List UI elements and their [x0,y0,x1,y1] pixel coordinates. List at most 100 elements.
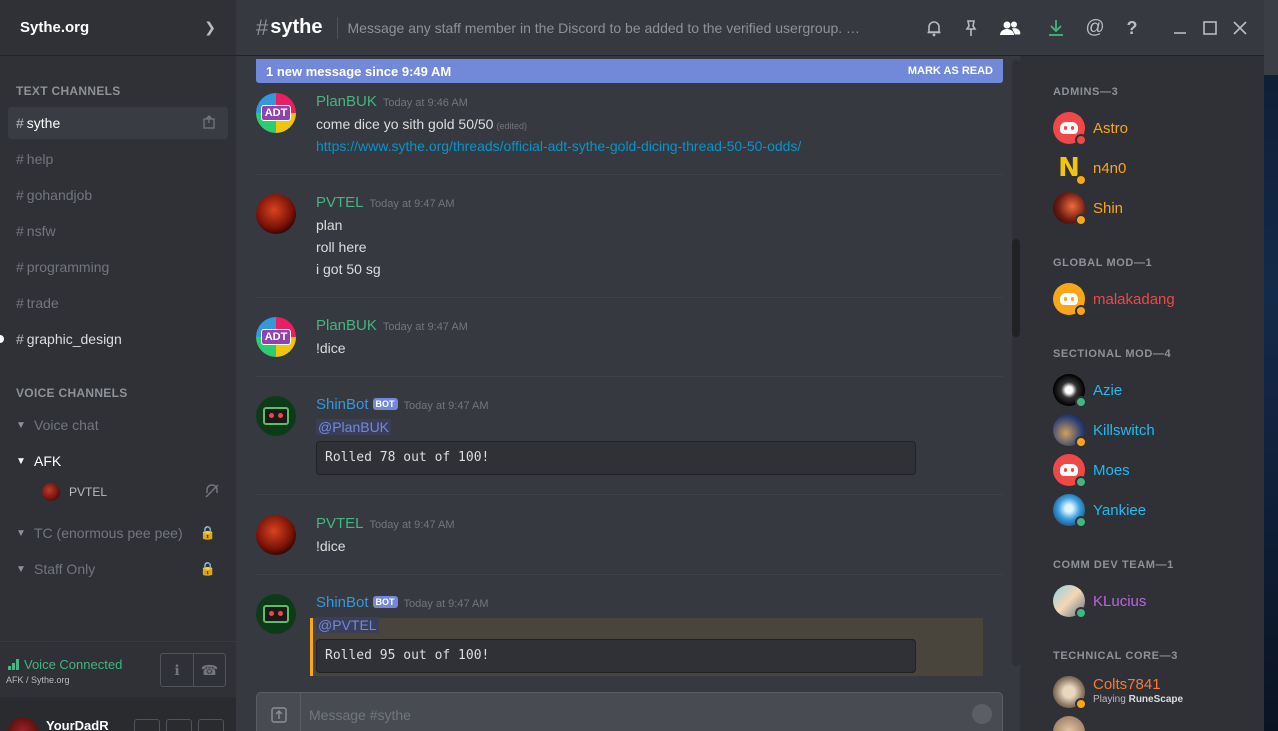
headphones-icon[interactable] [166,719,192,731]
message-timestamp: Today at 9:46 AM [382,97,468,109]
message-list[interactable]: 1 new message since 9:49 AM MARK AS READ… [236,56,1020,676]
hash-icon: # [16,259,24,275]
category-text-channels[interactable]: TEXT CHANNELS [0,84,121,98]
close-icon[interactable] [1228,16,1252,40]
avatar[interactable] [256,515,296,555]
member-n4n0[interactable]: N n4n0 [1053,152,1253,192]
microphone-icon[interactable] [134,719,160,731]
member-malakadang[interactable]: malakadang [1053,283,1253,323]
member-shin[interactable]: Shin [1053,192,1253,232]
lock-icon: 🔒 [199,525,216,540]
message-author[interactable]: PVTEL Today at 9:47 AM [316,515,455,532]
channel-gohandjob[interactable]: # gohandjob [8,179,228,211]
author-name[interactable]: ShinBot [316,594,369,611]
upload-icon[interactable] [257,693,301,731]
message-line: roll here [316,239,367,255]
invite-icon[interactable] [202,114,216,132]
scrollbar-thumb[interactable] [1012,239,1020,337]
member-astro[interactable]: Astro [1053,112,1253,152]
avatar[interactable]: ADT [256,317,296,357]
new-messages-bar[interactable]: 1 new message since 9:49 AM MARK AS READ [256,59,1003,83]
scrollbar-track[interactable] [1012,60,1020,666]
voice-channel-tc[interactable]: ▼ TC (enormous pee pee) 🔒 [16,519,220,547]
mark-as-read-button[interactable]: MARK AS READ [908,65,993,77]
maximize-icon[interactable] [1198,16,1222,40]
avatar[interactable] [256,396,296,436]
avatar[interactable] [256,194,296,234]
member-name: Azie [1093,382,1123,399]
category-voice-channels[interactable]: VOICE CHANNELS [0,386,128,400]
member-yankiee[interactable]: Yankiee [1053,494,1253,534]
member-colts7841[interactable]: Colts7841 Playing RuneScape [1053,676,1253,716]
channel-topic[interactable]: Message any staff member in the Discord … [348,20,868,36]
window-edge [1264,0,1278,75]
avatar[interactable] [256,594,296,634]
members-icon[interactable] [998,16,1022,40]
minimize-icon[interactable] [1168,16,1192,40]
hash-icon: # [16,295,24,311]
emoji-icon[interactable] [972,704,992,724]
pin-icon[interactable] [959,16,983,40]
avatar [42,483,60,501]
bell-icon[interactable] [922,16,946,40]
current-user-name: YourDadR [46,718,109,731]
mention-icon[interactable]: @ [1083,16,1107,40]
voice-channel-staff-only[interactable]: ▼ Staff Only 🔒 [16,555,220,583]
hash-icon: # [16,115,24,131]
author-name[interactable]: PVTEL [316,515,364,532]
chevron-down-icon: ▼ [16,527,26,539]
voice-channel-voice-chat[interactable]: ▼ Voice chat [16,411,220,439]
message-author[interactable]: PlanBUK Today at 9:47 AM [316,317,468,334]
message-input[interactable]: Message #sythe [309,707,411,723]
gear-icon[interactable] [198,719,224,731]
message-composer[interactable]: Message #sythe [256,692,1003,731]
user-mention[interactable]: @PVTEL [316,617,379,633]
channel-nsfw[interactable]: # nsfw [8,215,228,247]
member-azie[interactable]: Azie [1053,374,1253,414]
member-moes[interactable]: Moes [1053,454,1253,494]
user-mention[interactable]: @PlanBUK [316,419,392,435]
help-icon[interactable]: ? [1120,16,1144,40]
channel-help[interactable]: # help [8,143,228,175]
channel-trade[interactable]: # trade [8,287,228,319]
role-header: TECHNICAL CORE—3 [1053,650,1178,662]
channel-title: sythe [270,16,323,38]
voice-channel-label: AFK [34,453,62,469]
divider [256,494,1003,495]
channel-programming[interactable]: # programming [8,251,228,283]
voice-channel-afk[interactable]: ▼ AFK [16,447,220,475]
unread-indicator [0,335,4,343]
chat-header: # sythe Message any staff member in the … [236,0,1264,56]
member-klucius[interactable]: KLucius [1053,585,1253,625]
role-header: SECTIONAL MOD—4 [1053,348,1172,360]
bot-badge: BOT [372,398,398,410]
disconnect-icon[interactable]: ☎ [193,654,225,686]
message-author[interactable]: ShinBot BOT Today at 9:47 AM [316,396,489,413]
member-killswitch[interactable]: Killswitch [1053,414,1253,454]
message-author[interactable]: PVTEL Today at 9:47 AM [316,194,455,211]
voice-user-pvtel[interactable]: PVTEL [42,483,220,501]
member-partial[interactable] [1053,716,1253,731]
download-icon[interactable] [1044,16,1068,40]
avatar[interactable]: ADT [256,93,296,133]
server-header[interactable]: Sythe.org ❯ [0,0,236,56]
info-icon[interactable]: ℹ [161,654,193,686]
author-name[interactable]: PlanBUK [316,317,377,334]
discord-logo-icon [1060,293,1078,305]
author-name[interactable]: PlanBUK [316,93,377,110]
channel-sythe[interactable]: # sythe [8,107,228,139]
message-link[interactable]: https://www.sythe.org/threads/official-a… [316,138,801,154]
chevron-down-icon[interactable]: ❯ [204,19,216,36]
message-author[interactable]: PlanBUK Today at 9:46 AM [316,93,468,110]
channel-graphic-design[interactable]: # graphic_design [8,323,228,355]
voice-status: Voice Connected [8,657,122,672]
author-name[interactable]: ShinBot [316,396,369,413]
message-author[interactable]: ShinBot BOT Today at 9:47 AM [316,594,489,611]
signal-icon [8,659,19,670]
status-idle-icon [1075,305,1087,317]
voice-user-name: PVTEL [69,485,108,499]
author-name[interactable]: PVTEL [316,194,364,211]
role-header: GLOBAL MOD—1 [1053,257,1153,269]
status-online-icon [1075,396,1087,408]
avatar[interactable] [8,717,38,731]
